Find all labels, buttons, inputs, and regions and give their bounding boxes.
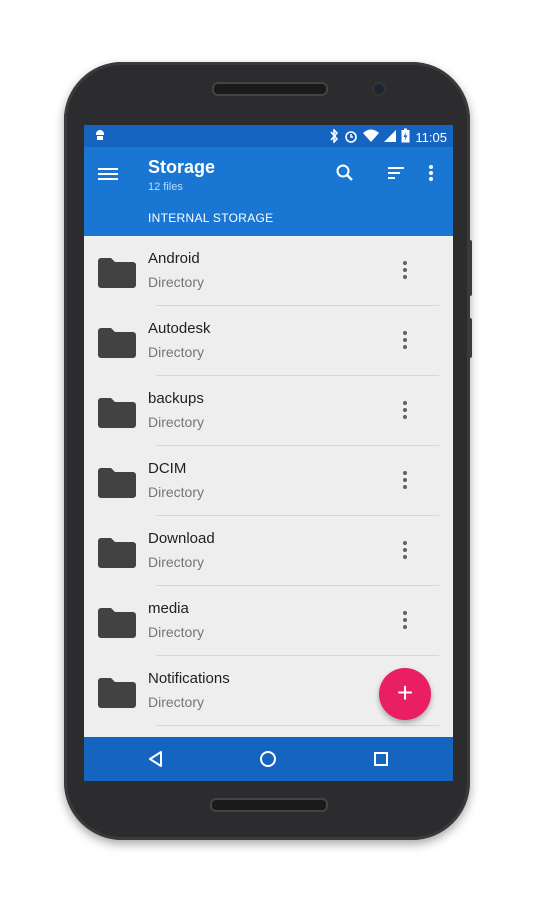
file-list: Android Directory Autodesk Directory bac… [84,236,453,726]
menu-icon[interactable] [98,165,120,183]
file-type: Directory [148,414,205,430]
file-type: Directory [148,624,205,640]
wifi-icon [363,129,380,146]
file-type: Directory [148,344,205,360]
more-vert-icon[interactable] [396,538,414,562]
volume-button [468,240,472,296]
overflow-menu-icon[interactable] [419,161,443,185]
power-button [468,318,472,358]
add-button[interactable]: + [379,668,431,720]
list-item[interactable]: DCIM Directory [84,446,453,516]
battery-charging-icon [401,128,410,146]
file-name: backups [148,390,204,407]
android-icon [94,128,106,145]
bottom-speaker [210,798,328,812]
more-vert-icon[interactable] [396,398,414,422]
folder-icon [98,258,136,288]
list-item[interactable]: Android Directory [84,236,453,306]
search-icon[interactable] [333,161,357,185]
list-item[interactable]: backups Directory [84,376,453,446]
folder-icon [98,328,136,358]
home-icon[interactable] [256,747,280,771]
list-item[interactable]: media Directory [84,586,453,656]
list-item[interactable]: Autodesk Directory [84,306,453,376]
file-name: media [148,600,189,617]
file-name: DCIM [148,460,187,477]
file-name: Autodesk [148,320,211,337]
more-vert-icon[interactable] [396,258,414,282]
file-type: Directory [148,274,205,290]
list-item[interactable]: Download Directory [84,516,453,586]
sort-icon[interactable] [384,161,408,185]
tab-internal-storage[interactable]: INTERNAL STORAGE [148,211,274,225]
divider [156,725,439,726]
front-camera [372,82,386,96]
back-icon[interactable] [144,747,168,771]
folder-icon [98,398,136,428]
file-type: Directory [148,554,205,570]
folder-icon [98,538,136,568]
more-vert-icon[interactable] [396,608,414,632]
more-vert-icon[interactable] [396,328,414,352]
file-name: Android [148,250,200,267]
file-name: Notifications [148,670,230,687]
folder-icon [98,468,136,498]
page-title: Storage [148,157,216,177]
folder-icon [98,678,136,708]
file-count: 12 files [148,181,183,193]
file-type: Directory [148,694,205,710]
more-vert-icon[interactable] [396,468,414,492]
status-bar: 11:05 [84,125,453,147]
file-name: Download [148,530,215,547]
system-nav-bar [84,737,453,781]
screen: 11:05 Storage 12 files INTERNAL STORAGE … [84,125,453,781]
top-speaker [212,82,328,96]
file-type: Directory [148,484,205,500]
recents-icon[interactable] [369,747,393,771]
folder-icon [98,608,136,638]
bluetooth-icon [329,127,339,146]
app-bar: Storage 12 files INTERNAL STORAGE [84,147,453,236]
signal-icon [384,129,397,146]
status-time: 11:05 [415,129,447,145]
alarm-icon [344,129,358,146]
